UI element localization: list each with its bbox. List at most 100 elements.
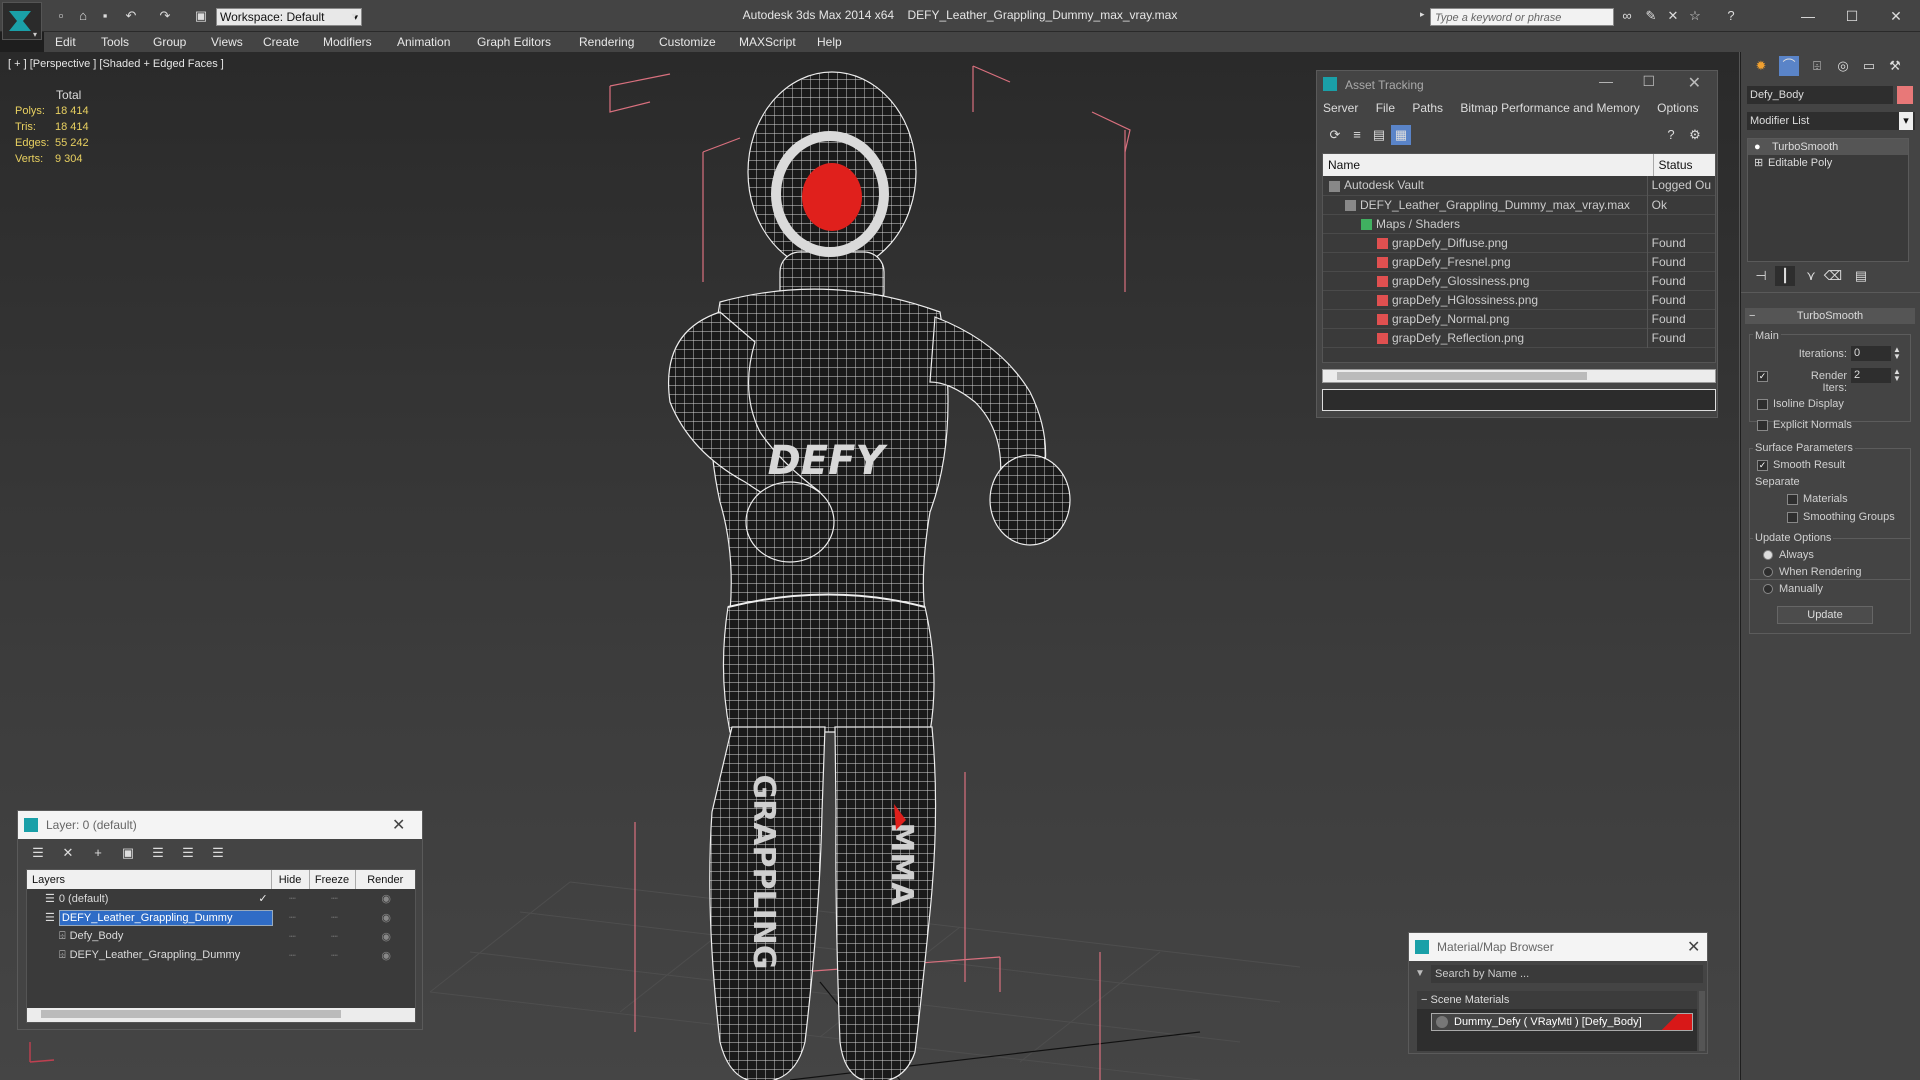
add-to-layer-icon[interactable]: + xyxy=(88,843,108,863)
settings-icon[interactable]: ⚙ xyxy=(1685,125,1705,145)
object-name-field[interactable]: Defy_Body xyxy=(1747,86,1893,104)
binoculars-icon[interactable]: ∞ xyxy=(1618,8,1636,24)
asset-row[interactable]: grapDefy_Glossiness.png Found xyxy=(1323,271,1715,290)
render-toggle-icon[interactable]: ◉ xyxy=(357,927,415,946)
subscription-icon[interactable]: ✎ xyxy=(1642,8,1660,24)
close-icon[interactable]: ✕ xyxy=(1687,937,1700,957)
remove-modifier-icon[interactable]: ⌫ xyxy=(1823,266,1843,286)
utilities-tab-icon[interactable]: ⚒ xyxy=(1885,56,1905,76)
active-layer-check-icon[interactable]: ✓ xyxy=(258,893,267,905)
hide-toggle-icon[interactable]: ┈ xyxy=(273,927,311,946)
isoline-display-checkbox[interactable]: Isoline Display xyxy=(1757,398,1844,410)
object-color-swatch[interactable] xyxy=(1897,86,1913,104)
new-file-icon[interactable]: ▫ xyxy=(52,8,70,24)
search-input[interactable]: Type a keyword or phrase xyxy=(1430,8,1614,26)
freeze-all-icon[interactable]: ☰ xyxy=(208,843,228,863)
undo-icon[interactable]: ↶ xyxy=(122,8,140,24)
hierarchy-tab-icon[interactable]: ⌹ xyxy=(1807,56,1827,76)
explicit-normals-checkbox[interactable]: Explicit Normals xyxy=(1757,419,1852,431)
menu-customize[interactable]: Customize xyxy=(650,32,725,52)
motion-tab-icon[interactable]: ◎ xyxy=(1833,56,1853,76)
menu-tools[interactable]: Tools xyxy=(92,32,138,52)
hide-toggle-icon[interactable]: ┈ xyxy=(273,908,311,927)
col-status[interactable]: Status xyxy=(1653,154,1715,176)
app-menu-button[interactable]: ▾ xyxy=(2,2,42,40)
minimize-icon[interactable]: — xyxy=(1788,4,1828,28)
configure-modifier-sets-icon[interactable]: ▤ xyxy=(1851,266,1871,286)
show-end-result-icon[interactable]: ┃ xyxy=(1775,266,1795,286)
horizontal-scrollbar[interactable] xyxy=(1322,369,1716,383)
col-freeze[interactable]: Freeze xyxy=(309,870,356,889)
detail-view-icon[interactable]: ▤ xyxy=(1369,125,1389,145)
menu-rendering[interactable]: Rendering xyxy=(570,32,643,52)
material-search-input[interactable]: Search by Name ... xyxy=(1431,965,1703,983)
menu-graph-editors[interactable]: Graph Editors xyxy=(468,32,560,52)
layer-row[interactable]: ⌹ Defy_Body ┈ ┈ ◉ xyxy=(27,927,415,946)
refresh-icon[interactable]: ⟳ xyxy=(1325,125,1345,145)
scrollbar-thumb[interactable] xyxy=(41,1010,341,1018)
lightbulb-icon[interactable]: ● xyxy=(1754,139,1761,155)
asset-row[interactable]: grapDefy_Diffuse.png Found xyxy=(1323,233,1715,252)
stack-item-turbosmooth[interactable]: ● TurboSmooth xyxy=(1748,139,1908,155)
hide-all-icon[interactable]: ☰ xyxy=(178,843,198,863)
maximize-icon[interactable]: ☐ xyxy=(1642,73,1655,90)
spinner-arrows-icon[interactable]: ▲ ▼ xyxy=(1893,368,1901,383)
open-file-icon[interactable]: ⌂ xyxy=(74,8,92,24)
freeze-toggle-icon[interactable]: ┈ xyxy=(311,889,357,908)
menu-maxscript[interactable]: MAXScript xyxy=(730,32,805,52)
close-icon[interactable]: ✕ xyxy=(1876,4,1916,28)
col-hide[interactable]: Hide xyxy=(271,870,310,889)
menu-group[interactable]: Group xyxy=(144,32,195,52)
help-icon[interactable]: ? xyxy=(1661,125,1681,145)
options-arrow-icon[interactable]: ▼ xyxy=(1415,968,1425,979)
menu-edit[interactable]: Edit xyxy=(46,32,85,52)
hide-toggle-icon[interactable]: ┈ xyxy=(273,889,311,908)
iterations-spinner[interactable]: 0 xyxy=(1851,346,1891,361)
display-tab-icon[interactable]: ▭ xyxy=(1859,56,1879,76)
freeze-toggle-icon[interactable]: ┈ xyxy=(311,946,357,965)
favorites-star-icon[interactable]: ☆ xyxy=(1686,8,1704,24)
help-icon[interactable]: ? xyxy=(1722,8,1740,24)
modify-tab-icon[interactable]: ⌒ xyxy=(1779,56,1799,76)
workspace-menu-arrow-icon[interactable]: ▾ xyxy=(347,8,361,26)
list-view-icon[interactable]: ≡ xyxy=(1347,125,1367,145)
col-render[interactable]: Render xyxy=(355,870,415,889)
render-toggle-icon[interactable]: ◉ xyxy=(357,889,415,908)
save-file-icon[interactable]: ▪ xyxy=(96,8,114,24)
redo-icon[interactable]: ↷ xyxy=(156,8,174,24)
search-expand-icon[interactable]: ▸ xyxy=(1420,9,1425,20)
smooth-result-checkbox[interactable]: ✓ Smooth Result xyxy=(1757,459,1845,471)
render-iters-spinner[interactable]: 2 xyxy=(1851,368,1891,383)
stack-item-editable-poly[interactable]: ⊞ Editable Poly xyxy=(1748,155,1908,171)
spinner-arrows-icon[interactable]: ▲ ▼ xyxy=(1893,346,1901,361)
freeze-toggle-icon[interactable]: ┈ xyxy=(311,908,357,927)
layer-row[interactable]: ☰ 0 (default) ✓ ┈ ┈ ◉ xyxy=(27,889,415,908)
menu-help[interactable]: Help xyxy=(808,32,851,52)
path-field[interactable] xyxy=(1322,389,1716,411)
asset-row[interactable]: Autodesk Vault Logged Ou xyxy=(1323,176,1715,195)
modifier-list-dropdown[interactable]: Modifier List ▾ xyxy=(1747,112,1915,130)
scene-materials-header[interactable]: − Scene Materials xyxy=(1417,991,1697,1009)
scrollbar-thumb[interactable] xyxy=(1337,372,1587,380)
menu-server[interactable]: Server xyxy=(1323,101,1358,115)
asset-row[interactable]: Maps / Shaders xyxy=(1323,214,1715,233)
communication-center-icon[interactable]: ✕ xyxy=(1664,8,1682,24)
menu-views[interactable]: Views xyxy=(202,32,252,52)
hide-toggle-icon[interactable]: ┈ xyxy=(273,946,311,965)
manually-radio[interactable]: Manually xyxy=(1763,583,1823,595)
layer-row[interactable]: ⌹ DEFY_Leather_Grappling_Dummy ┈ ┈ ◉ xyxy=(27,946,415,965)
make-unique-icon[interactable]: ⋎ xyxy=(1801,266,1821,286)
always-radio[interactable]: Always xyxy=(1763,549,1814,561)
asset-row[interactable]: grapDefy_Normal.png Found xyxy=(1323,309,1715,328)
create-layer-icon[interactable]: ☰ xyxy=(28,843,48,863)
asset-row[interactable]: DEFY_Leather_Grappling_Dummy_max_vray.ma… xyxy=(1323,195,1715,214)
delete-layer-icon[interactable]: ✕ xyxy=(58,843,78,863)
render-toggle-icon[interactable]: ◉ xyxy=(357,946,415,965)
asset-row[interactable]: grapDefy_Fresnel.png Found xyxy=(1323,252,1715,271)
expand-icon[interactable]: ⊞ xyxy=(1754,155,1763,171)
maximize-icon[interactable]: ☐ xyxy=(1832,4,1872,28)
material-item[interactable]: Dummy_Defy ( VRayMtl ) [Defy_Body] xyxy=(1431,1013,1693,1031)
project-folder-icon[interactable]: ▣ xyxy=(192,8,210,24)
create-tab-icon[interactable]: ✹ xyxy=(1751,56,1771,76)
menu-file[interactable]: File xyxy=(1376,101,1395,115)
